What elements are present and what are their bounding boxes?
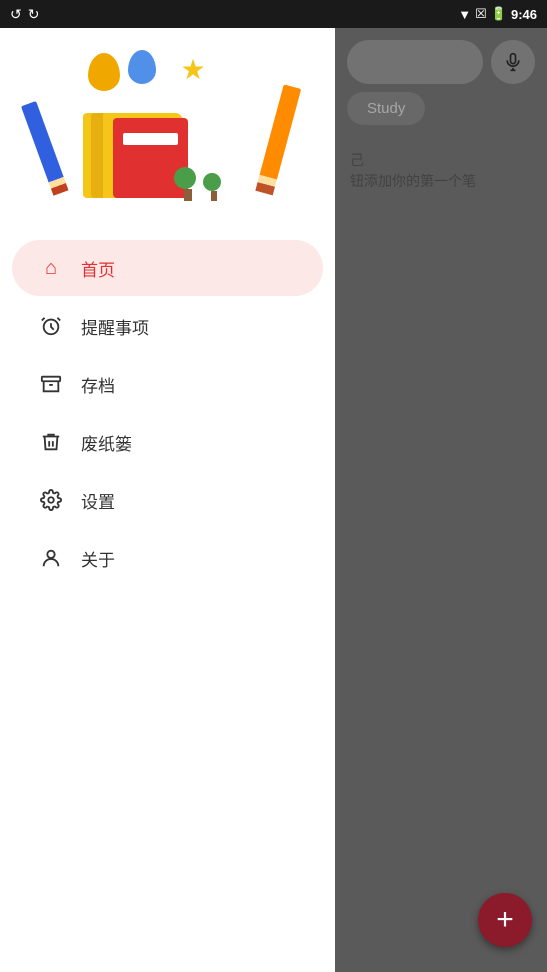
- tree-left-decoration: [181, 167, 196, 201]
- trash-icon: [37, 428, 65, 456]
- fab-add-button[interactable]: +: [478, 893, 532, 947]
- sidebar-item-settings[interactable]: 设置: [12, 472, 323, 528]
- refresh-right-icon: ↻: [28, 6, 40, 23]
- sidebar-item-reminders[interactable]: 提醒事项: [12, 298, 323, 354]
- pencil-orange-decoration: [255, 84, 301, 195]
- sidebar-label-reminders: 提醒事项: [81, 314, 149, 339]
- illustration-wrapper: ★: [33, 48, 303, 213]
- balloon-blue-decoration: [128, 50, 156, 84]
- wifi-icon: ▼: [458, 7, 471, 22]
- time-display: 9:46: [511, 7, 537, 22]
- star-decoration: ★: [181, 56, 206, 84]
- pencil-blue-decoration: [20, 101, 68, 196]
- right-panel: Study 己 钮添加你的第一个笔 +: [335, 28, 547, 972]
- battery-icon: 🔋: [491, 6, 507, 22]
- main-container: ★: [0, 28, 547, 972]
- settings-icon: [37, 486, 65, 514]
- sidebar-label-home: 首页: [81, 256, 115, 281]
- sidebar: ★: [0, 28, 335, 972]
- signal-icon: ☒: [475, 6, 487, 22]
- sidebar-label-trash: 废纸篓: [81, 430, 132, 455]
- sidebar-item-archive[interactable]: 存档: [12, 356, 323, 412]
- sidebar-item-home[interactable]: ⌂ 首页: [12, 240, 323, 296]
- status-bar: ↺ ↻ ▼ ☒ 🔋 9:46: [0, 0, 547, 28]
- archive-icon: [37, 370, 65, 398]
- dim-overlay[interactable]: [335, 28, 547, 972]
- fab-plus-icon: +: [496, 903, 514, 937]
- sidebar-item-trash[interactable]: 废纸篓: [12, 414, 323, 470]
- home-icon: ⌂: [37, 254, 65, 282]
- sidebar-item-about[interactable]: 关于: [12, 530, 323, 586]
- refresh-left-icon: ↺: [10, 6, 22, 23]
- sidebar-label-archive: 存档: [81, 372, 115, 397]
- tree-right-decoration: [208, 173, 221, 201]
- sidebar-label-about: 关于: [81, 546, 115, 571]
- book-red-decoration: [113, 118, 188, 198]
- status-right-icons: ▼ ☒ 🔋 9:46: [458, 6, 537, 22]
- sidebar-illustration: ★: [0, 28, 335, 233]
- balloon-yellow-decoration: [88, 53, 120, 91]
- nav-menu: ⌂ 首页 提醒事项: [0, 233, 335, 972]
- person-icon: [37, 544, 65, 572]
- sidebar-label-settings: 设置: [81, 488, 115, 513]
- alarm-icon: [37, 312, 65, 340]
- status-left-icons: ↺ ↻: [10, 6, 39, 23]
